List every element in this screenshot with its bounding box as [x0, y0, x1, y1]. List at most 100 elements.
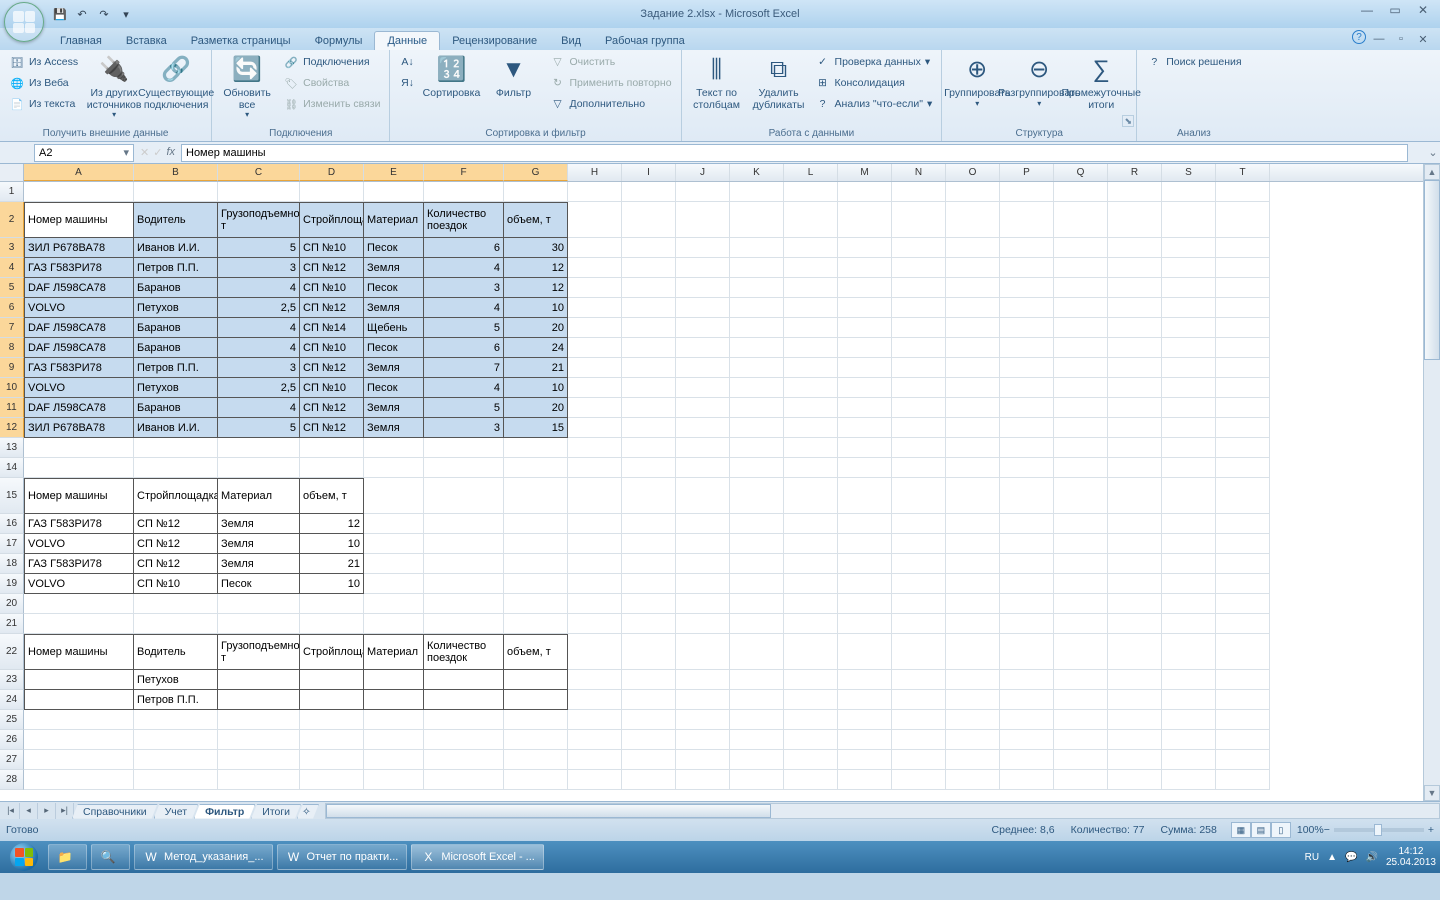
cell[interactable] [622, 670, 676, 690]
cell[interactable] [784, 514, 838, 534]
cell[interactable] [1054, 238, 1108, 258]
cell[interactable] [218, 614, 300, 634]
column-header[interactable]: M [838, 164, 892, 181]
row-header[interactable]: 5 [0, 278, 24, 298]
cell[interactable] [1162, 574, 1216, 594]
cell[interactable]: Грузоподъемность, т [218, 202, 300, 238]
cell[interactable]: СП №12 [300, 398, 364, 418]
cell[interactable]: СП №12 [300, 418, 364, 438]
cell[interactable] [946, 438, 1000, 458]
cell[interactable] [1108, 202, 1162, 238]
tab-view[interactable]: Вид [549, 32, 593, 50]
cell[interactable]: DAF Л598СА78 [24, 338, 134, 358]
cell[interactable] [1054, 514, 1108, 534]
cell[interactable] [1000, 534, 1054, 554]
cell[interactable] [838, 458, 892, 478]
cell[interactable] [946, 514, 1000, 534]
cell[interactable] [622, 202, 676, 238]
cell[interactable]: Петухов [134, 670, 218, 690]
cell[interactable] [622, 514, 676, 534]
cell[interactable] [1054, 258, 1108, 278]
cell[interactable]: объем, т [504, 634, 568, 670]
view-pagebreak-icon[interactable]: ▯ [1271, 822, 1291, 838]
row-header[interactable]: 9 [0, 358, 24, 378]
from-text-button[interactable]: 📄Из текста [6, 94, 81, 114]
taskbar-item[interactable]: WОтчет по практи... [277, 844, 408, 870]
cell[interactable]: 6 [424, 338, 504, 358]
cell[interactable] [1054, 554, 1108, 574]
cell[interactable] [676, 554, 730, 574]
cell[interactable] [784, 574, 838, 594]
cell[interactable] [784, 418, 838, 438]
cell[interactable]: 10 [300, 534, 364, 554]
cell[interactable] [838, 438, 892, 458]
cell[interactable] [892, 458, 946, 478]
column-header[interactable]: D [300, 164, 364, 181]
cell[interactable]: СП №12 [134, 514, 218, 534]
cell[interactable]: 10 [504, 378, 568, 398]
cell[interactable] [676, 318, 730, 338]
cell[interactable] [784, 378, 838, 398]
cell[interactable] [1000, 730, 1054, 750]
cell[interactable]: Песок [364, 278, 424, 298]
cell[interactable] [784, 554, 838, 574]
cell[interactable] [364, 594, 424, 614]
cell[interactable]: Земля [364, 398, 424, 418]
cell[interactable] [676, 594, 730, 614]
cell[interactable] [838, 614, 892, 634]
cell[interactable] [838, 534, 892, 554]
cell[interactable] [838, 358, 892, 378]
ungroup-button[interactable]: ⊖Разгруппировать▾ [1010, 52, 1068, 110]
sheet-tab[interactable]: Учет [154, 804, 198, 819]
cell[interactable] [1108, 238, 1162, 258]
row-header[interactable]: 11 [0, 398, 24, 418]
cell[interactable] [568, 750, 622, 770]
cell[interactable] [892, 258, 946, 278]
cell[interactable]: Баранов [134, 338, 218, 358]
cell[interactable] [676, 670, 730, 690]
cell[interactable] [946, 258, 1000, 278]
cell[interactable]: Щебень [364, 318, 424, 338]
cell[interactable]: 12 [300, 514, 364, 534]
column-header[interactable]: B [134, 164, 218, 181]
cell[interactable] [892, 418, 946, 438]
cell[interactable]: объем, т [504, 202, 568, 238]
cell[interactable] [676, 398, 730, 418]
what-if-button[interactable]: ?Анализ "что-если" ▾ [812, 94, 936, 114]
cell[interactable] [504, 458, 568, 478]
cell[interactable] [1216, 238, 1270, 258]
cell[interactable] [946, 378, 1000, 398]
cell[interactable] [300, 182, 364, 202]
cell[interactable] [504, 534, 568, 554]
cell[interactable] [1054, 730, 1108, 750]
cell[interactable] [1054, 750, 1108, 770]
cell[interactable]: СП №12 [300, 258, 364, 278]
cell[interactable] [1216, 554, 1270, 574]
cell[interactable] [730, 278, 784, 298]
cell[interactable] [1216, 574, 1270, 594]
cell[interactable] [1000, 182, 1054, 202]
cell[interactable] [424, 478, 504, 514]
cell[interactable] [946, 554, 1000, 574]
cell[interactable] [1162, 670, 1216, 690]
cell[interactable] [568, 378, 622, 398]
cell[interactable] [424, 574, 504, 594]
sheet-tab[interactable]: Справочники [72, 804, 158, 819]
cell[interactable]: 5 [218, 418, 300, 438]
cell[interactable] [892, 278, 946, 298]
cell[interactable] [364, 478, 424, 514]
cell[interactable] [504, 670, 568, 690]
cell[interactable]: ГАЗ Г583РИ78 [24, 358, 134, 378]
cell[interactable] [1108, 634, 1162, 670]
cell[interactable] [838, 318, 892, 338]
cell[interactable] [364, 438, 424, 458]
cell[interactable] [504, 554, 568, 574]
cell[interactable] [892, 670, 946, 690]
cell[interactable] [730, 770, 784, 790]
cell[interactable]: DAF Л598СА78 [24, 278, 134, 298]
cell[interactable]: СП №12 [300, 298, 364, 318]
outline-dialog-launcher[interactable]: ⬊ [1122, 115, 1134, 127]
cell[interactable] [622, 258, 676, 278]
cell[interactable]: СП №12 [134, 554, 218, 574]
cell[interactable] [134, 594, 218, 614]
